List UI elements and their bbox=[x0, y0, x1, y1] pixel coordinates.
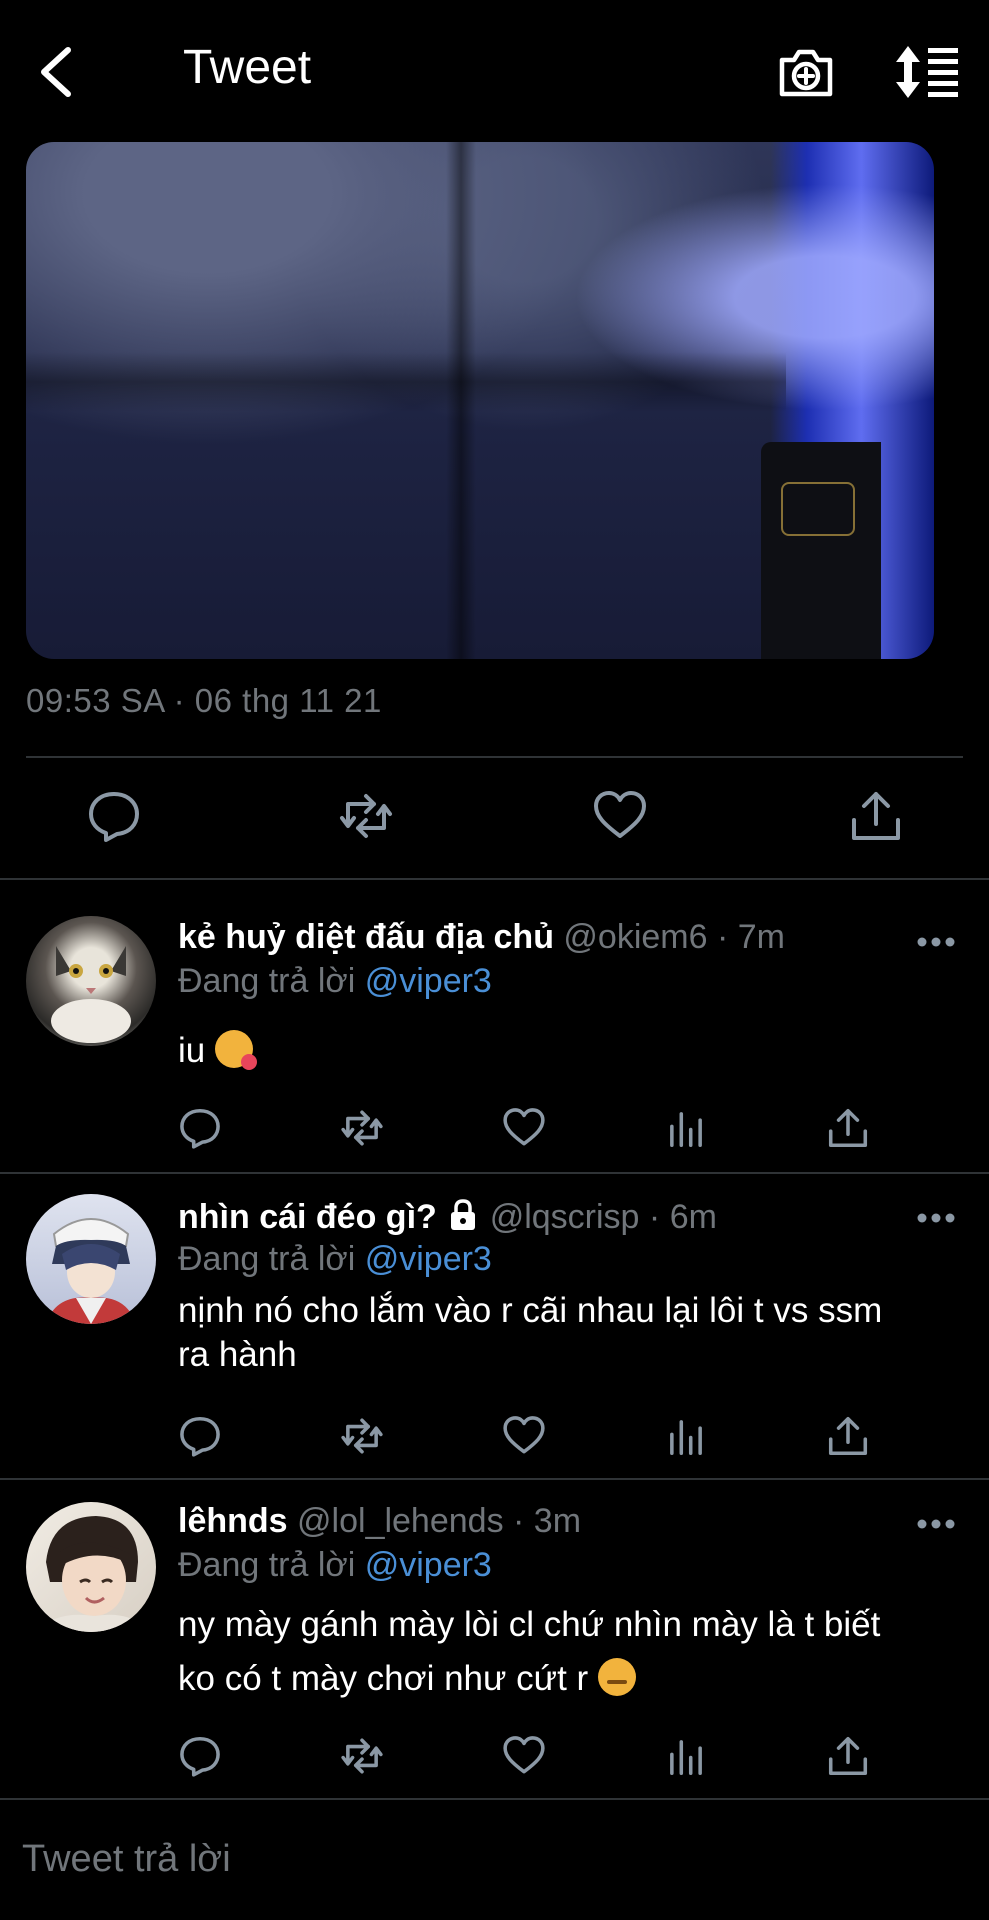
photo-logo bbox=[781, 482, 855, 536]
reply-text-line: ko có t mày chơi như cứt r bbox=[178, 1659, 589, 1698]
reply-actions bbox=[0, 1734, 989, 1784]
reply-input[interactable] bbox=[22, 1834, 922, 1884]
more-options-icon[interactable] bbox=[916, 1212, 956, 1224]
handle[interactable]: @lqscrisp bbox=[490, 1198, 640, 1236]
reply-text-content: iu bbox=[178, 1031, 206, 1070]
reply-meta: nhìn cái đéo gì? @lqscrisp · 6m bbox=[178, 1198, 717, 1237]
reply-meta: lêhnds @lol_lehends · 3m bbox=[178, 1502, 581, 1541]
retweet-icon[interactable] bbox=[340, 1106, 384, 1150]
reply-actions bbox=[0, 1106, 989, 1156]
retweet-icon[interactable] bbox=[338, 788, 394, 844]
smirking-face-icon bbox=[597, 1658, 636, 1696]
reply-actions bbox=[0, 1414, 989, 1464]
like-icon[interactable] bbox=[502, 1734, 546, 1778]
replying-prefix: Đang trả lời bbox=[178, 1240, 356, 1278]
divider bbox=[26, 756, 963, 758]
reply-meta: kẻ huỷ diệt đấu địa chủ @okiem6 · 7m bbox=[178, 918, 785, 957]
replying-to: Đang trả lời @viper3 bbox=[178, 1240, 492, 1279]
retweet-icon[interactable] bbox=[340, 1414, 384, 1458]
smiling-face-with-hearts-icon bbox=[214, 1030, 257, 1070]
share-icon[interactable] bbox=[848, 788, 904, 844]
avatar[interactable] bbox=[26, 1194, 156, 1324]
reply-icon[interactable] bbox=[178, 1106, 222, 1150]
analytics-icon[interactable] bbox=[664, 1414, 708, 1458]
handle[interactable]: @okiem6 bbox=[563, 918, 707, 956]
more-options-icon[interactable] bbox=[916, 1518, 956, 1530]
reply-icon[interactable] bbox=[178, 1734, 222, 1778]
more-options-icon[interactable] bbox=[916, 936, 956, 948]
replying-to: Đang trả lời @viper3 bbox=[178, 1546, 492, 1585]
share-icon[interactable] bbox=[826, 1106, 870, 1150]
share-icon[interactable] bbox=[826, 1414, 870, 1458]
share-icon[interactable] bbox=[826, 1734, 870, 1778]
tweet-timestamp: 09:53 SA · 06 thg 11 21 bbox=[26, 682, 382, 719]
analytics-icon[interactable] bbox=[664, 1106, 708, 1150]
reply-time: · 7m bbox=[717, 918, 785, 956]
camera-plus-icon[interactable] bbox=[776, 42, 836, 102]
reply-text: iu bbox=[178, 1024, 257, 1078]
reply-item[interactable]: nhìn cái đéo gì? @lqscrisp · 6m Đang trả… bbox=[0, 1174, 989, 1478]
reply-item[interactable]: lêhnds @lol_lehends · 3m Đang trả lời @v… bbox=[0, 1480, 989, 1798]
display-name[interactable]: lêhnds bbox=[178, 1502, 288, 1540]
analytics-icon[interactable] bbox=[664, 1734, 708, 1778]
retweet-icon[interactable] bbox=[340, 1734, 384, 1778]
tweet-actions bbox=[0, 780, 989, 850]
reply-text-line: ny mày gánh mày lòi cl chứ nhìn mày là t… bbox=[178, 1605, 881, 1644]
replying-to: Đang trả lời @viper3 bbox=[178, 962, 492, 1001]
like-icon[interactable] bbox=[502, 1106, 546, 1150]
like-icon[interactable] bbox=[502, 1414, 546, 1458]
page-title: Tweet bbox=[183, 41, 312, 94]
replying-handle-link[interactable]: @viper3 bbox=[365, 1240, 492, 1278]
reply-icon[interactable] bbox=[86, 788, 142, 844]
display-name[interactable]: kẻ huỷ diệt đấu địa chủ bbox=[178, 918, 554, 956]
sort-list-icon[interactable] bbox=[894, 44, 960, 100]
handle[interactable]: @lol_lehends bbox=[297, 1502, 504, 1540]
display-name[interactable]: nhìn cái đéo gì? bbox=[178, 1198, 437, 1236]
replying-prefix: Đang trả lời bbox=[178, 962, 356, 1000]
reply-item[interactable]: kẻ huỷ diệt đấu địa chủ @okiem6 · 7m Đan… bbox=[0, 880, 989, 1172]
replying-handle-link[interactable]: @viper3 bbox=[365, 1546, 492, 1584]
photo-shading bbox=[26, 352, 786, 412]
top-bar: Tweet bbox=[0, 0, 989, 140]
reply-text: ny mày gánh mày lòi cl chứ nhìn mày là t… bbox=[178, 1598, 880, 1706]
avatar[interactable] bbox=[26, 1502, 156, 1632]
replying-handle-link[interactable]: @viper3 bbox=[365, 962, 492, 1000]
reply-icon[interactable] bbox=[178, 1414, 222, 1458]
reply-compose-bar bbox=[0, 1800, 989, 1920]
lock-icon bbox=[451, 1199, 476, 1230]
chevron-left-icon[interactable] bbox=[34, 44, 80, 100]
avatar[interactable] bbox=[26, 916, 156, 1046]
photo-bag bbox=[761, 442, 881, 659]
like-icon[interactable] bbox=[592, 788, 648, 844]
reply-time: · 3m bbox=[513, 1502, 582, 1540]
reply-text: nịnh nó cho lắm vào r cãi nhau lại lôi t… bbox=[178, 1284, 882, 1382]
reply-text-line-with-emoji: ko có t mày chơi như cứt r bbox=[178, 1652, 880, 1706]
tweet-photo[interactable] bbox=[26, 142, 934, 659]
replying-prefix: Đang trả lời bbox=[178, 1546, 356, 1584]
reply-time: · 6m bbox=[648, 1198, 717, 1236]
